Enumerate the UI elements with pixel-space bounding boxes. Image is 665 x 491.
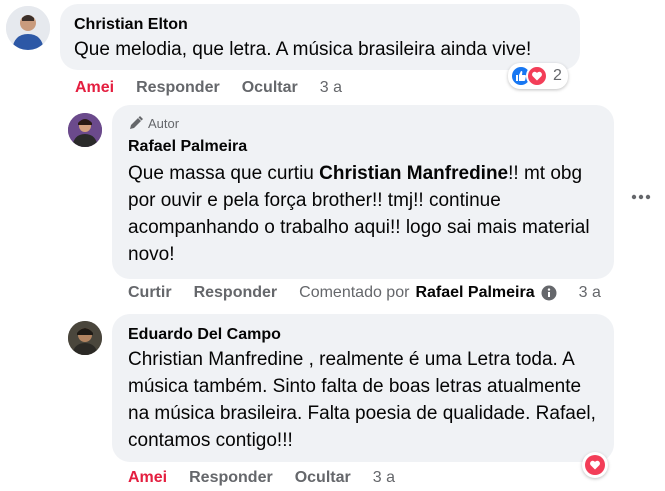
reaction-count: 2 (553, 67, 562, 84)
comment-actions: Curtir Responder Comentado por Rafael Pa… (128, 284, 623, 302)
comment-text: Que melodia, que letra. A música brasile… (74, 39, 532, 60)
more-options-icon[interactable] (630, 188, 652, 206)
comment-text: Christian Manfredine , realmente é uma L… (128, 349, 596, 451)
comment-author[interactable]: Eduardo Del Campo (128, 326, 598, 344)
comment-bubble: Autor Rafael Palmeira Que massa que curt… (112, 105, 614, 279)
commented-by-label: Comentado por (299, 284, 410, 301)
commented-by-name[interactable]: Rafael Palmeira (415, 284, 534, 302)
reply-button[interactable]: Responder (136, 79, 220, 97)
comment-author[interactable]: Rafael Palmeira (128, 138, 598, 156)
avatar-photo (68, 113, 102, 147)
pencil-icon (130, 116, 143, 129)
reply-button[interactable]: Responder (189, 469, 273, 487)
author-badge-label: Autor (148, 115, 180, 131)
comment-bubble: Eduardo Del Campo Christian Manfredine ,… (112, 314, 614, 462)
comment-author[interactable]: Christian Elton (74, 16, 566, 34)
info-icon[interactable] (541, 285, 557, 301)
love-icon (585, 455, 605, 475)
avatar-photo (68, 321, 102, 355)
timestamp[interactable]: 3 a (320, 79, 342, 97)
like-button[interactable]: Curtir (128, 284, 172, 302)
hide-button[interactable]: Ocultar (295, 469, 351, 487)
love-icon (526, 65, 548, 87)
comment-actions: Amei Responder Ocultar 3 a (75, 79, 364, 97)
timestamp[interactable]: 3 a (373, 469, 395, 487)
hide-button[interactable]: Ocultar (242, 79, 298, 97)
reaction-summary[interactable]: 2 (508, 63, 568, 89)
love-button[interactable]: Amei (75, 79, 114, 97)
comment-actions: Amei Responder Ocultar 3 a (128, 469, 417, 487)
reply-button[interactable]: Responder (194, 284, 278, 302)
love-button[interactable]: Amei (128, 469, 167, 487)
avatar[interactable] (6, 6, 50, 50)
mention-link[interactable]: Christian Manfredine (319, 163, 508, 184)
avatar[interactable] (68, 113, 102, 147)
comment-bubble: Christian Elton Que melodia, que letra. … (60, 4, 580, 70)
avatar-photo (6, 6, 50, 50)
author-badge: Autor (128, 115, 598, 131)
timestamp[interactable]: 3 a (579, 284, 601, 302)
avatar[interactable] (68, 321, 102, 355)
comment-text-start: Que massa que curtiu (128, 163, 320, 184)
reaction-summary[interactable] (582, 452, 608, 478)
comment-text: Que massa que curtiu Christian Manfredin… (128, 160, 598, 268)
